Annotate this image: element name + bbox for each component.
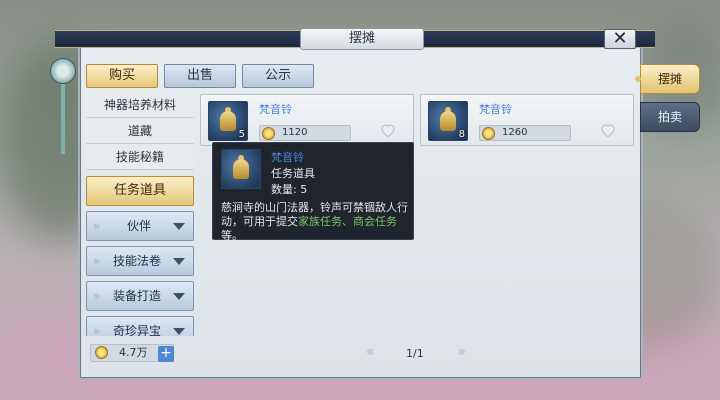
tooltip-desc-highlight: 家族任务、商会任务	[298, 215, 397, 228]
tooltip-item-count: 数量: 5	[271, 183, 308, 196]
item-qty: 8	[458, 129, 465, 140]
coin-icon	[262, 127, 275, 140]
close-button[interactable]: ✕	[604, 29, 636, 49]
tab-buy[interactable]: 购买	[86, 64, 158, 88]
sidebar-dropdown-skill-scroll[interactable]: » 技能法卷	[86, 246, 194, 276]
item-name: 梵音铃	[479, 103, 512, 116]
top-tabs: 购买 出售 公示	[86, 64, 314, 88]
dropdown-arrow-icon	[173, 328, 185, 335]
pagination: « 1/1 »	[356, 344, 476, 364]
item-card[interactable]: 8 梵音铃 1260	[420, 94, 634, 146]
bell-item-icon	[221, 149, 261, 189]
close-icon: ✕	[612, 28, 628, 49]
tooltip-item-name: 梵音铃	[271, 151, 304, 164]
side-tab-label: 摆摊	[657, 72, 682, 86]
chevron-right-icon: »	[93, 289, 101, 303]
sidebar-item-quest-items[interactable]: 任务道具	[86, 176, 194, 206]
item-price-value: 1260	[502, 127, 528, 138]
prev-page-icon[interactable]: «	[366, 344, 375, 360]
tooltip-item-type: 任务道具	[271, 167, 315, 180]
next-page-icon[interactable]: »	[457, 344, 466, 360]
page-indicator: 1/1	[406, 347, 424, 360]
sidebar-dropdown-treasure[interactable]: » 奇珍异宝	[86, 316, 194, 336]
item-price-value: 1120	[282, 127, 308, 138]
category-sidebar: 神器培养材料 道藏 技能秘籍 任务道具 » 伙伴 » 技能法卷 » 装备打造 »…	[86, 92, 194, 336]
sidebar-dropdown-label: 伙伴	[127, 219, 152, 233]
dropdown-arrow-icon	[173, 258, 185, 265]
tooltip-desc-text: 等。	[221, 229, 243, 242]
tooltip-description: 慈涧寺的山门法器，铃声可禁锢敌人行动，可用于提交家族任务、商会任务等。	[221, 201, 411, 243]
sidebar-item-daozang[interactable]: 道藏	[86, 118, 194, 144]
chevron-right-icon: »	[93, 219, 101, 233]
sidebar-dropdown-label: 装备打造	[113, 289, 162, 303]
bell-item-icon: 5	[208, 101, 248, 141]
sidebar-dropdown-label: 奇珍异宝	[113, 324, 162, 336]
jade-ornament-icon	[50, 40, 76, 160]
side-tab-stall[interactable]: 摆摊	[635, 64, 700, 94]
sidebar-dropdown-forge[interactable]: » 装备打造	[86, 281, 194, 311]
coin-icon	[482, 127, 495, 140]
currency-value: 4.7万	[119, 346, 148, 359]
chevron-right-icon: »	[93, 254, 101, 268]
item-tooltip: 梵音铃 任务道具 数量: 5 慈涧寺的山门法器，铃声可禁锢敌人行动，可用于提交家…	[212, 142, 414, 243]
sidebar-item-skill-book[interactable]: 技能秘籍	[86, 144, 194, 170]
dropdown-arrow-icon	[173, 223, 185, 230]
bell-item-icon: 8	[428, 101, 468, 141]
heart-icon[interactable]	[379, 121, 397, 139]
chevron-right-icon: »	[93, 324, 101, 336]
dropdown-arrow-icon	[173, 293, 185, 300]
sidebar-item-artifact-material[interactable]: 神器培养材料	[86, 92, 194, 118]
tab-notice[interactable]: 公示	[242, 64, 314, 88]
item-card[interactable]: 5 梵音铃 1120	[200, 94, 414, 146]
item-qty: 5	[238, 129, 245, 140]
sidebar-dropdown-partner[interactable]: » 伙伴	[86, 211, 194, 241]
sidebar-dropdown-label: 技能法卷	[113, 254, 162, 268]
item-price: 1260	[479, 125, 571, 141]
tab-indicator-dot	[635, 76, 641, 82]
coin-icon	[95, 346, 108, 359]
item-price: 1120	[259, 125, 351, 141]
window-title: 摆摊	[300, 28, 424, 50]
footer-bar: 4.7万 + « 1/1 »	[86, 340, 636, 366]
add-currency-button[interactable]: +	[158, 346, 174, 362]
heart-icon[interactable]	[599, 121, 617, 139]
side-tab-auction[interactable]: 拍卖	[640, 102, 700, 132]
tab-sell[interactable]: 出售	[164, 64, 236, 88]
item-name: 梵音铃	[259, 103, 292, 116]
